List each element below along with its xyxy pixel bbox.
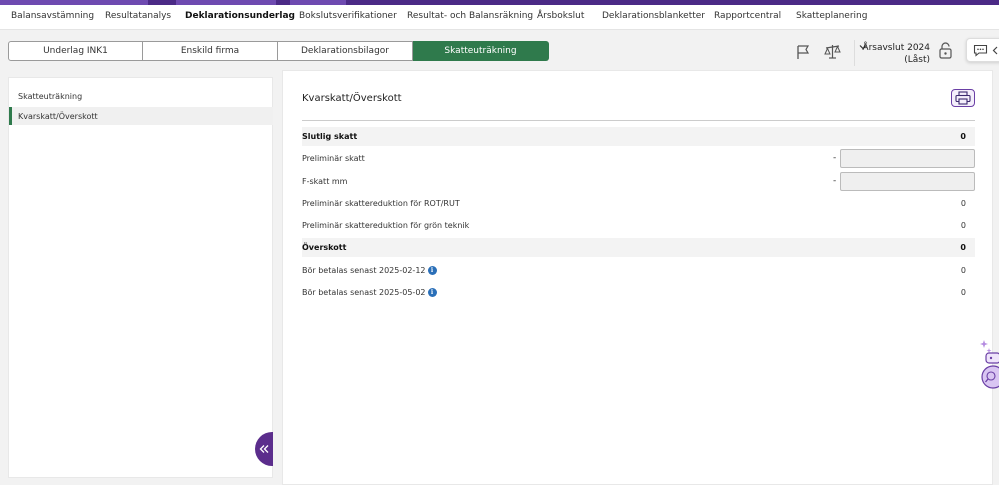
year-label: Årsavslut 2024 bbox=[862, 43, 930, 53]
title-divider bbox=[302, 120, 975, 121]
row-gron-teknik: Preliminär skattereduktion för grön tekn… bbox=[302, 216, 975, 235]
tab-underlag-ink1[interactable]: Underlag INK1 bbox=[8, 41, 143, 61]
chat-icon bbox=[973, 44, 988, 57]
row-value: 0 bbox=[960, 288, 966, 297]
double-chevron-left-icon bbox=[259, 445, 269, 453]
row-label: Överskott bbox=[302, 243, 347, 252]
sidebar: Skatteuträkning Kvarskatt/Överskott bbox=[8, 77, 273, 478]
sub-tab-bar: Underlag INK1 Enskild firma Deklarations… bbox=[8, 41, 549, 61]
tab-skatteutrakning[interactable]: Skatteuträkning bbox=[413, 41, 549, 61]
sign-dash: - bbox=[833, 176, 837, 186]
row-label: F-skatt mm bbox=[302, 177, 348, 186]
row-value: 0 bbox=[960, 266, 966, 275]
row-f-skatt: F-skatt mm - bbox=[302, 172, 975, 191]
nav-balansavstamning[interactable]: Balansavstämning bbox=[11, 11, 94, 21]
sidebar-item-kvarskatt-overskott[interactable]: Kvarskatt/Överskott bbox=[9, 107, 273, 125]
info-icon[interactable]: i bbox=[427, 266, 437, 275]
row-label: Slutlig skatt bbox=[302, 132, 358, 141]
row-slutlig-skatt: Slutlig skatt 0 bbox=[302, 127, 975, 146]
row-label-wrapper: Bör betalas senast 2025-05-02 i bbox=[302, 288, 437, 297]
nav-arsbokslut[interactable]: Årsbokslut bbox=[537, 11, 584, 21]
tab-enskild-firma[interactable]: Enskild firma bbox=[143, 41, 278, 61]
flag-icon[interactable] bbox=[796, 44, 810, 60]
row-bor-betalas-1: Bör betalas senast 2025-02-12 i 0 bbox=[302, 261, 975, 280]
print-button[interactable] bbox=[951, 89, 975, 107]
row-label: Bör betalas senast 2025-02-12 bbox=[302, 266, 426, 275]
row-rot-rut: Preliminär skattereduktion för ROT/RUT 0 bbox=[302, 194, 975, 213]
row-value: 0 bbox=[960, 132, 966, 141]
row-bor-betalas-2: Bör betalas senast 2025-05-02 i 0 bbox=[302, 283, 975, 302]
row-label-wrapper: Bör betalas senast 2025-02-12 i bbox=[302, 266, 437, 275]
balance-scale-icon[interactable] bbox=[824, 43, 841, 60]
nav-resultatanalys[interactable]: Resultatanalys bbox=[105, 11, 171, 21]
row-label: Preliminär skattereduktion för grön tekn… bbox=[302, 221, 470, 230]
chevron-left-icon bbox=[992, 46, 998, 55]
nav-deklarationsblanketter[interactable]: Deklarationsblanketter bbox=[602, 11, 705, 21]
chat-button[interactable] bbox=[966, 38, 999, 62]
main-panel: Kvarskatt/Överskott Slutlig skatt 0 Prel… bbox=[282, 70, 993, 485]
row-label: Preliminär skattereduktion för ROT/RUT bbox=[302, 199, 460, 208]
nav-rapportcentral[interactable]: Rapportcentral bbox=[714, 11, 781, 21]
preliminar-skatt-input[interactable] bbox=[840, 149, 975, 168]
page-title: Kvarskatt/Överskott bbox=[302, 93, 402, 104]
row-preliminar-skatt: Preliminär skatt - bbox=[302, 149, 975, 168]
nav-resultat-och-balansrakning[interactable]: Resultat- och Balansräkning bbox=[407, 11, 533, 21]
lock-icon[interactable] bbox=[938, 42, 953, 59]
info-icon[interactable]: i bbox=[427, 288, 437, 297]
top-navigation: Balansavstämning Resultatanalys Deklarat… bbox=[0, 5, 999, 30]
nav-deklarationsunderlag[interactable]: Deklarationsunderlag bbox=[185, 11, 295, 21]
assistant-robot-icon[interactable] bbox=[980, 338, 999, 390]
f-skatt-input[interactable] bbox=[840, 172, 975, 191]
year-selector[interactable]: Årsavslut 2024 (Låst) bbox=[856, 42, 932, 66]
nav-bokslutsverifikationer[interactable]: Bokslutsverifikationer bbox=[299, 11, 397, 21]
tab-deklarationsbilagor[interactable]: Deklarationsbilagor bbox=[278, 41, 413, 61]
row-value: 0 bbox=[960, 199, 966, 208]
sign-dash: - bbox=[833, 153, 837, 163]
toolbar-separator bbox=[854, 40, 855, 66]
printer-icon bbox=[955, 91, 971, 105]
row-overskott: Överskott 0 bbox=[302, 238, 975, 257]
year-lock-status: (Låst) bbox=[904, 55, 930, 65]
sidebar-item-skatteutrakning[interactable]: Skatteuträkning bbox=[9, 87, 273, 105]
row-value: 0 bbox=[960, 221, 966, 230]
row-label: Preliminär skatt bbox=[302, 154, 365, 163]
nav-skatteplanering[interactable]: Skatteplanering bbox=[796, 11, 867, 21]
row-label: Bör betalas senast 2025-05-02 bbox=[302, 288, 426, 297]
row-value: 0 bbox=[960, 243, 966, 252]
